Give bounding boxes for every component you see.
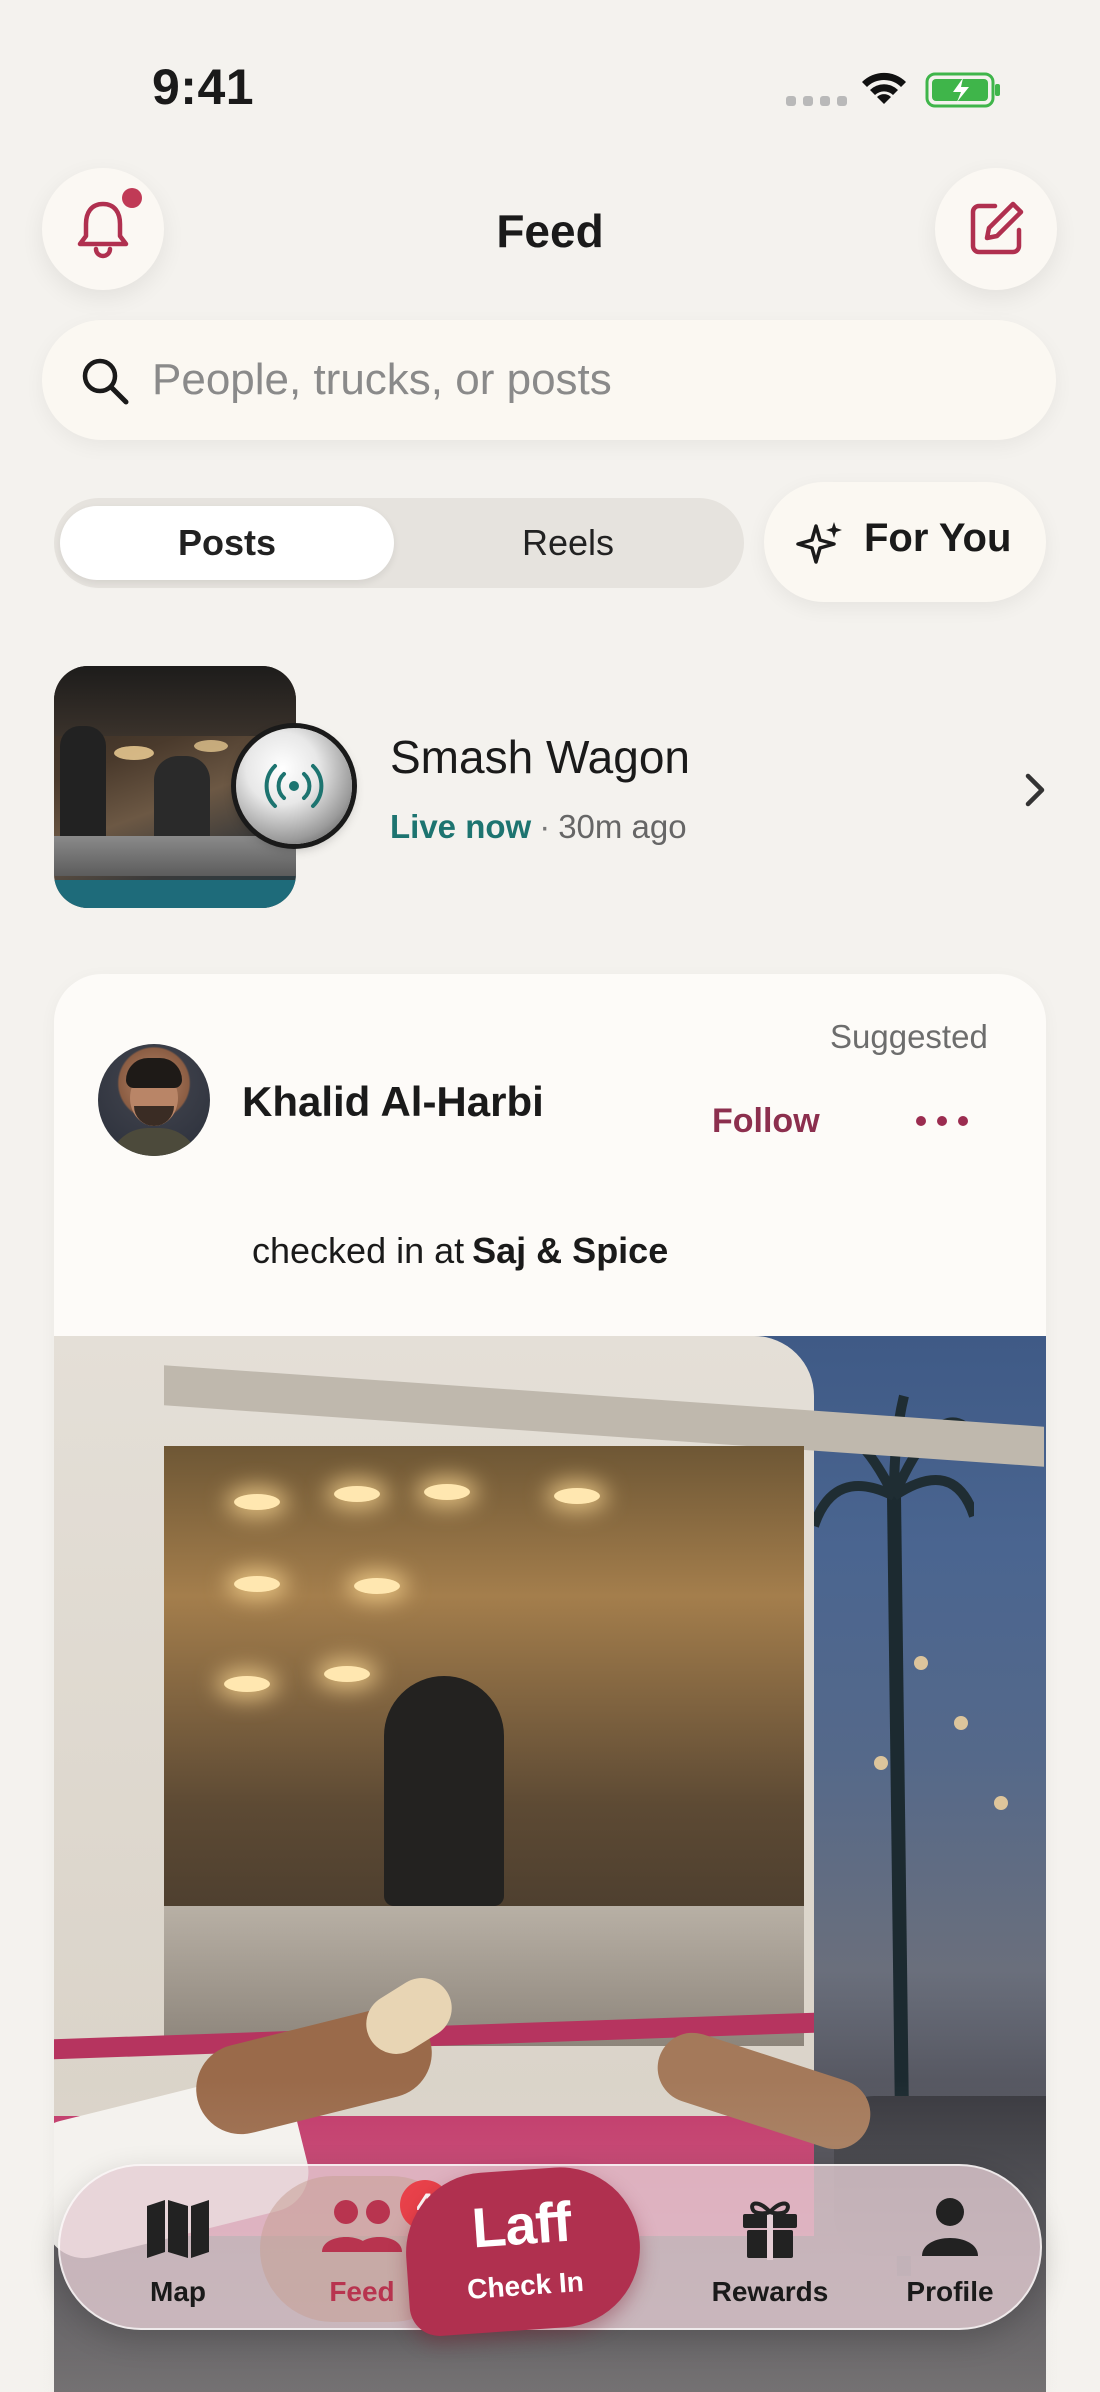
tab-reels[interactable]: Reels: [400, 506, 736, 580]
suggested-label: Suggested: [830, 1018, 988, 1055]
laff-logo: Laff: [469, 2189, 573, 2260]
tab-rewards-label: Rewards: [711, 2276, 829, 2307]
checkin-place[interactable]: Saj & Spice: [472, 1230, 668, 1271]
search-icon: [82, 358, 129, 405]
for-you-label: For You: [864, 516, 1012, 560]
for-you-button[interactable]: For You: [764, 482, 1046, 602]
tab-map[interactable]: Map: [118, 2166, 238, 2332]
person-icon: [922, 2198, 978, 2256]
tab-feed-label: Feed: [329, 2276, 395, 2307]
battery-icon: [925, 72, 1000, 108]
compose-icon: [970, 201, 1024, 255]
more-options-icon[interactable]: [916, 1116, 968, 1126]
posts-reels-segmented-control: Posts Reels: [54, 498, 744, 588]
checkin-text: checked in at Saj & Spice: [252, 1230, 668, 1272]
tab-rewards[interactable]: Rewards: [680, 2166, 860, 2332]
map-icon: [147, 2200, 209, 2258]
tab-profile-label: Profile: [906, 2276, 994, 2307]
sparkle-icon: [796, 522, 842, 564]
cellular-signal-icon: [786, 96, 847, 106]
wifi-icon: [862, 72, 906, 104]
tab-map-label: Map: [150, 2276, 206, 2307]
gift-icon: [743, 2201, 797, 2260]
search-bar[interactable]: [42, 320, 1056, 440]
live-status-line: Live now · 30m ago: [390, 808, 687, 846]
checkin-prefix: checked in at: [252, 1230, 465, 1271]
follow-button[interactable]: Follow: [712, 1102, 820, 1141]
live-truck-row[interactable]: Smash Wagon Live now · 30m ago: [54, 666, 1054, 912]
status-time: 9:41: [152, 59, 255, 115]
broadcast-icon: [264, 764, 324, 808]
live-broadcast-badge: [236, 728, 352, 844]
live-time-ago: 30m ago: [558, 808, 687, 845]
avatar[interactable]: [98, 1044, 210, 1156]
post-author-name[interactable]: Khalid Al-Harbi: [242, 1078, 544, 1126]
people-icon: [322, 2200, 402, 2252]
status-bar: 9:41: [0, 0, 1100, 150]
chevron-right-icon[interactable]: [1020, 770, 1050, 810]
live-now-label: Live now: [390, 808, 532, 845]
check-in-label: Check In: [466, 2265, 585, 2305]
compose-button[interactable]: [935, 168, 1057, 290]
tab-posts[interactable]: Posts: [60, 506, 394, 580]
truck-name: Smash Wagon: [390, 731, 690, 783]
tab-profile[interactable]: Profile: [870, 2166, 1030, 2332]
search-input[interactable]: [152, 346, 1032, 414]
separator-dot: ·: [539, 808, 551, 845]
